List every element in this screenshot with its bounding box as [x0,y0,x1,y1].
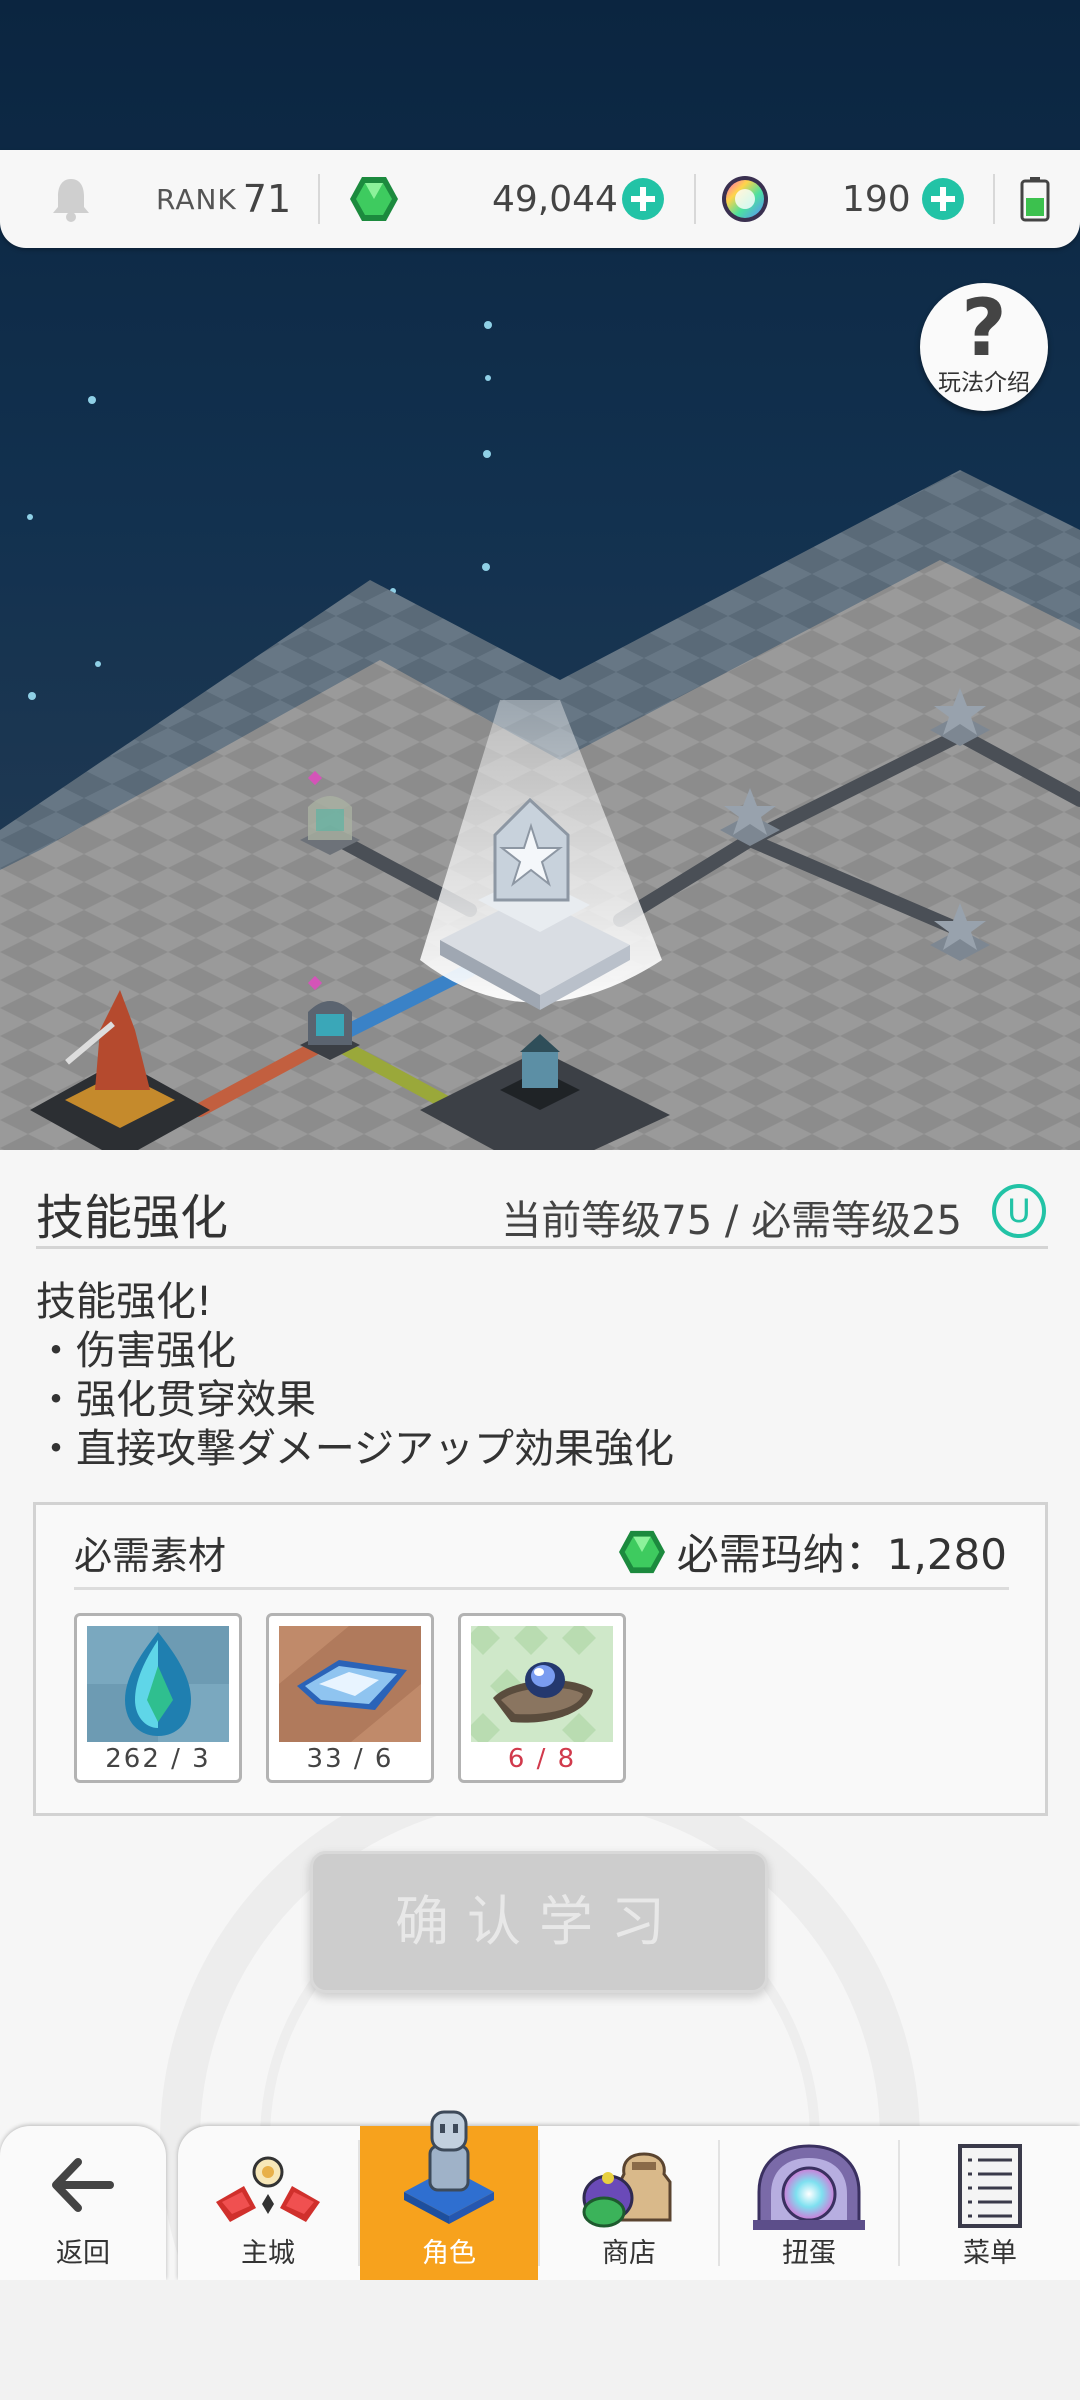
back-label: 返回 [56,2238,110,2269]
tab-label: 主城 [241,2238,295,2269]
tab-gacha[interactable]: 扭蛋 [720,2126,898,2280]
gacha-machine-icon [753,2144,865,2230]
gem-amount: 49,044 [492,178,618,220]
tab-label: 菜单 [963,2238,1017,2269]
description-line: ・伤害强化 [36,1328,236,1374]
rank-label: RANK [156,182,237,216]
material-item[interactable]: 33 / 6 [266,1613,434,1783]
bell-icon [53,179,89,222]
gem-amount-wrap: 49,044 [492,150,618,248]
tab-shop[interactable]: 商店 [540,2126,718,2280]
confirm-learn-button[interactable]: 确认学习 [310,1851,768,1993]
divider [36,1246,1048,1249]
back-button[interactable]: 返回 [0,2126,166,2280]
material-count: 262 / 3 [105,1744,211,1774]
material-count: 33 / 6 [306,1744,394,1774]
castle-icon [216,2156,320,2222]
tab-character[interactable]: 角色 [360,2110,538,2280]
help-label: 玩法介绍 [938,370,1030,396]
description-line: 技能强化! [36,1279,213,1325]
plus-icon [922,178,964,220]
skill-title: 技能强化 [36,1190,229,1246]
rank-value: 71 [242,177,292,221]
green-gem-icon [350,177,398,221]
divider [74,1587,1009,1590]
menu-list-icon [958,2144,1022,2228]
orb-amount-wrap: 190 [842,150,911,248]
upgrade-badge: U [992,1184,1046,1238]
add-orbs-button[interactable] [922,150,964,248]
blue-crystal-icon [87,1626,229,1742]
mana-cost-label: 必需玛纳：1,280 [676,1530,1007,1579]
shop-bags-icon [582,2152,672,2228]
required-materials-box: 必需素材 必需玛纳：1,280 262 / 3 33 / 6 6 / 8 [33,1502,1048,1816]
bottom-nav: 主城 角色 商店 扭蛋 菜单 [178,2110,1080,2280]
battery-wrap [1020,150,1050,248]
divider [694,174,696,224]
material-item[interactable]: 262 / 3 [74,1613,242,1783]
orb-currency-icon-wrap [720,150,770,248]
divider [318,174,320,224]
orb-ring-icon [471,1626,613,1742]
blue-shard-icon [279,1626,421,1742]
description-line: ・直接攻撃ダメージアップ効果強化 [36,1426,674,1472]
material-item[interactable]: 6 / 8 [458,1613,626,1783]
system-nav-area [0,2280,1080,2400]
skill-description: 技能强化! ・伤害强化 ・强化贯穿效果 ・直接攻撃ダメージアップ効果強化 [36,1278,674,1474]
orb-amount: 190 [842,178,911,220]
battery-icon [1020,177,1050,222]
mana-cost: 必需玛纳：1,280 [617,1521,1007,1582]
rainbow-orb-icon [722,176,768,222]
notification-bell[interactable] [50,150,92,248]
material-count: 6 / 8 [507,1744,577,1774]
green-gem-icon [618,1530,665,1573]
add-gems-button[interactable] [622,150,664,248]
plus-icon [622,178,664,220]
question-icon: ? [961,284,1007,374]
tab-castle[interactable]: 主城 [178,2126,358,2280]
tab-label: 扭蛋 [782,2238,836,2269]
materials-title: 必需素材 [74,1534,227,1578]
help-button[interactable]: ? 玩法介绍 [920,283,1048,411]
tab-menu[interactable]: 菜单 [900,2126,1080,2280]
status-bar: RANK 71 49,044 190 [0,150,1080,248]
tab-label: 商店 [602,2238,656,2269]
level-info: 当前等级75 / 必需等级25 [501,1198,962,1244]
rank-display: RANK 71 [156,150,291,248]
gem-currency-icon-wrap [348,150,400,248]
app-root: ? 玩法介绍 RANK 71 49,044 190 技能强化 当前等级75 / … [0,0,1080,2400]
tab-label: 角色 [422,2238,476,2269]
divider [993,174,995,224]
description-line: ・强化贯穿效果 [36,1377,316,1423]
arrow-left-icon [52,2158,114,2212]
character-icon [404,2110,494,2224]
